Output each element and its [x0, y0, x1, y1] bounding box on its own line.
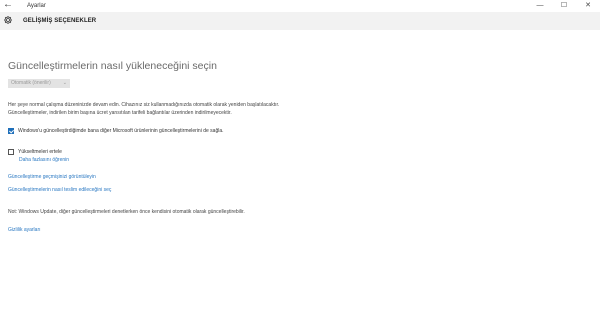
- privacy-settings-link[interactable]: Gizlilik ayarları: [8, 226, 41, 234]
- microsoft-updates-option[interactable]: Windows'u güncelleştirdiğimde bana diğer…: [8, 127, 224, 135]
- title-bar: ← Ayarlar — ☐ ✕: [0, 0, 600, 12]
- update-note: Not: Windows Update, diğer güncelleştirm…: [8, 209, 245, 215]
- install-mode-value: Otomatik (önerilir): [11, 80, 51, 86]
- defer-upgrades-checkbox[interactable]: [8, 149, 14, 155]
- microsoft-updates-label: Windows'u güncelleştirdiğimde bana diğer…: [18, 128, 224, 134]
- app-title: Ayarlar: [27, 3, 46, 9]
- microsoft-updates-checkbox[interactable]: [8, 128, 14, 134]
- delivery-optimization-link[interactable]: Güncelleştirmelerin nasıl teslim edilece…: [8, 186, 111, 194]
- description-line: Güncelleştirmeler, indirilen birim başın…: [8, 110, 232, 116]
- close-button[interactable]: ✕: [576, 0, 600, 12]
- install-description: Her şeye normal çalışma düzeninizde deva…: [8, 101, 348, 117]
- learn-more-link[interactable]: Daha fazlasını öğrenin: [19, 156, 69, 164]
- maximize-button[interactable]: ☐: [552, 0, 576, 12]
- back-arrow-icon[interactable]: ←: [3, 0, 13, 11]
- description-line: Her şeye normal çalışma düzeninizde deva…: [8, 102, 280, 108]
- defer-upgrades-option[interactable]: Yükseltmeleri ertele: [8, 148, 62, 156]
- defer-upgrades-label: Yükseltmeleri ertele: [18, 149, 62, 155]
- page-title: GELİŞMİŞ SEÇENEKLER: [23, 18, 97, 24]
- minimize-button[interactable]: —: [528, 0, 552, 12]
- update-history-link[interactable]: Güncelleştirme geçmişinizi görüntüleyin: [8, 173, 96, 181]
- window-controls: — ☐ ✕: [528, 0, 600, 12]
- install-mode-dropdown[interactable]: Otomatik (önerilir) ⌄: [8, 79, 70, 88]
- section-heading: Güncelleştirmelerin nasıl yükleneceğini …: [8, 60, 217, 72]
- page-header: GELİŞMİŞ SEÇENEKLER: [0, 12, 600, 30]
- chevron-down-icon: ⌄: [62, 80, 67, 86]
- gear-icon: [4, 16, 12, 24]
